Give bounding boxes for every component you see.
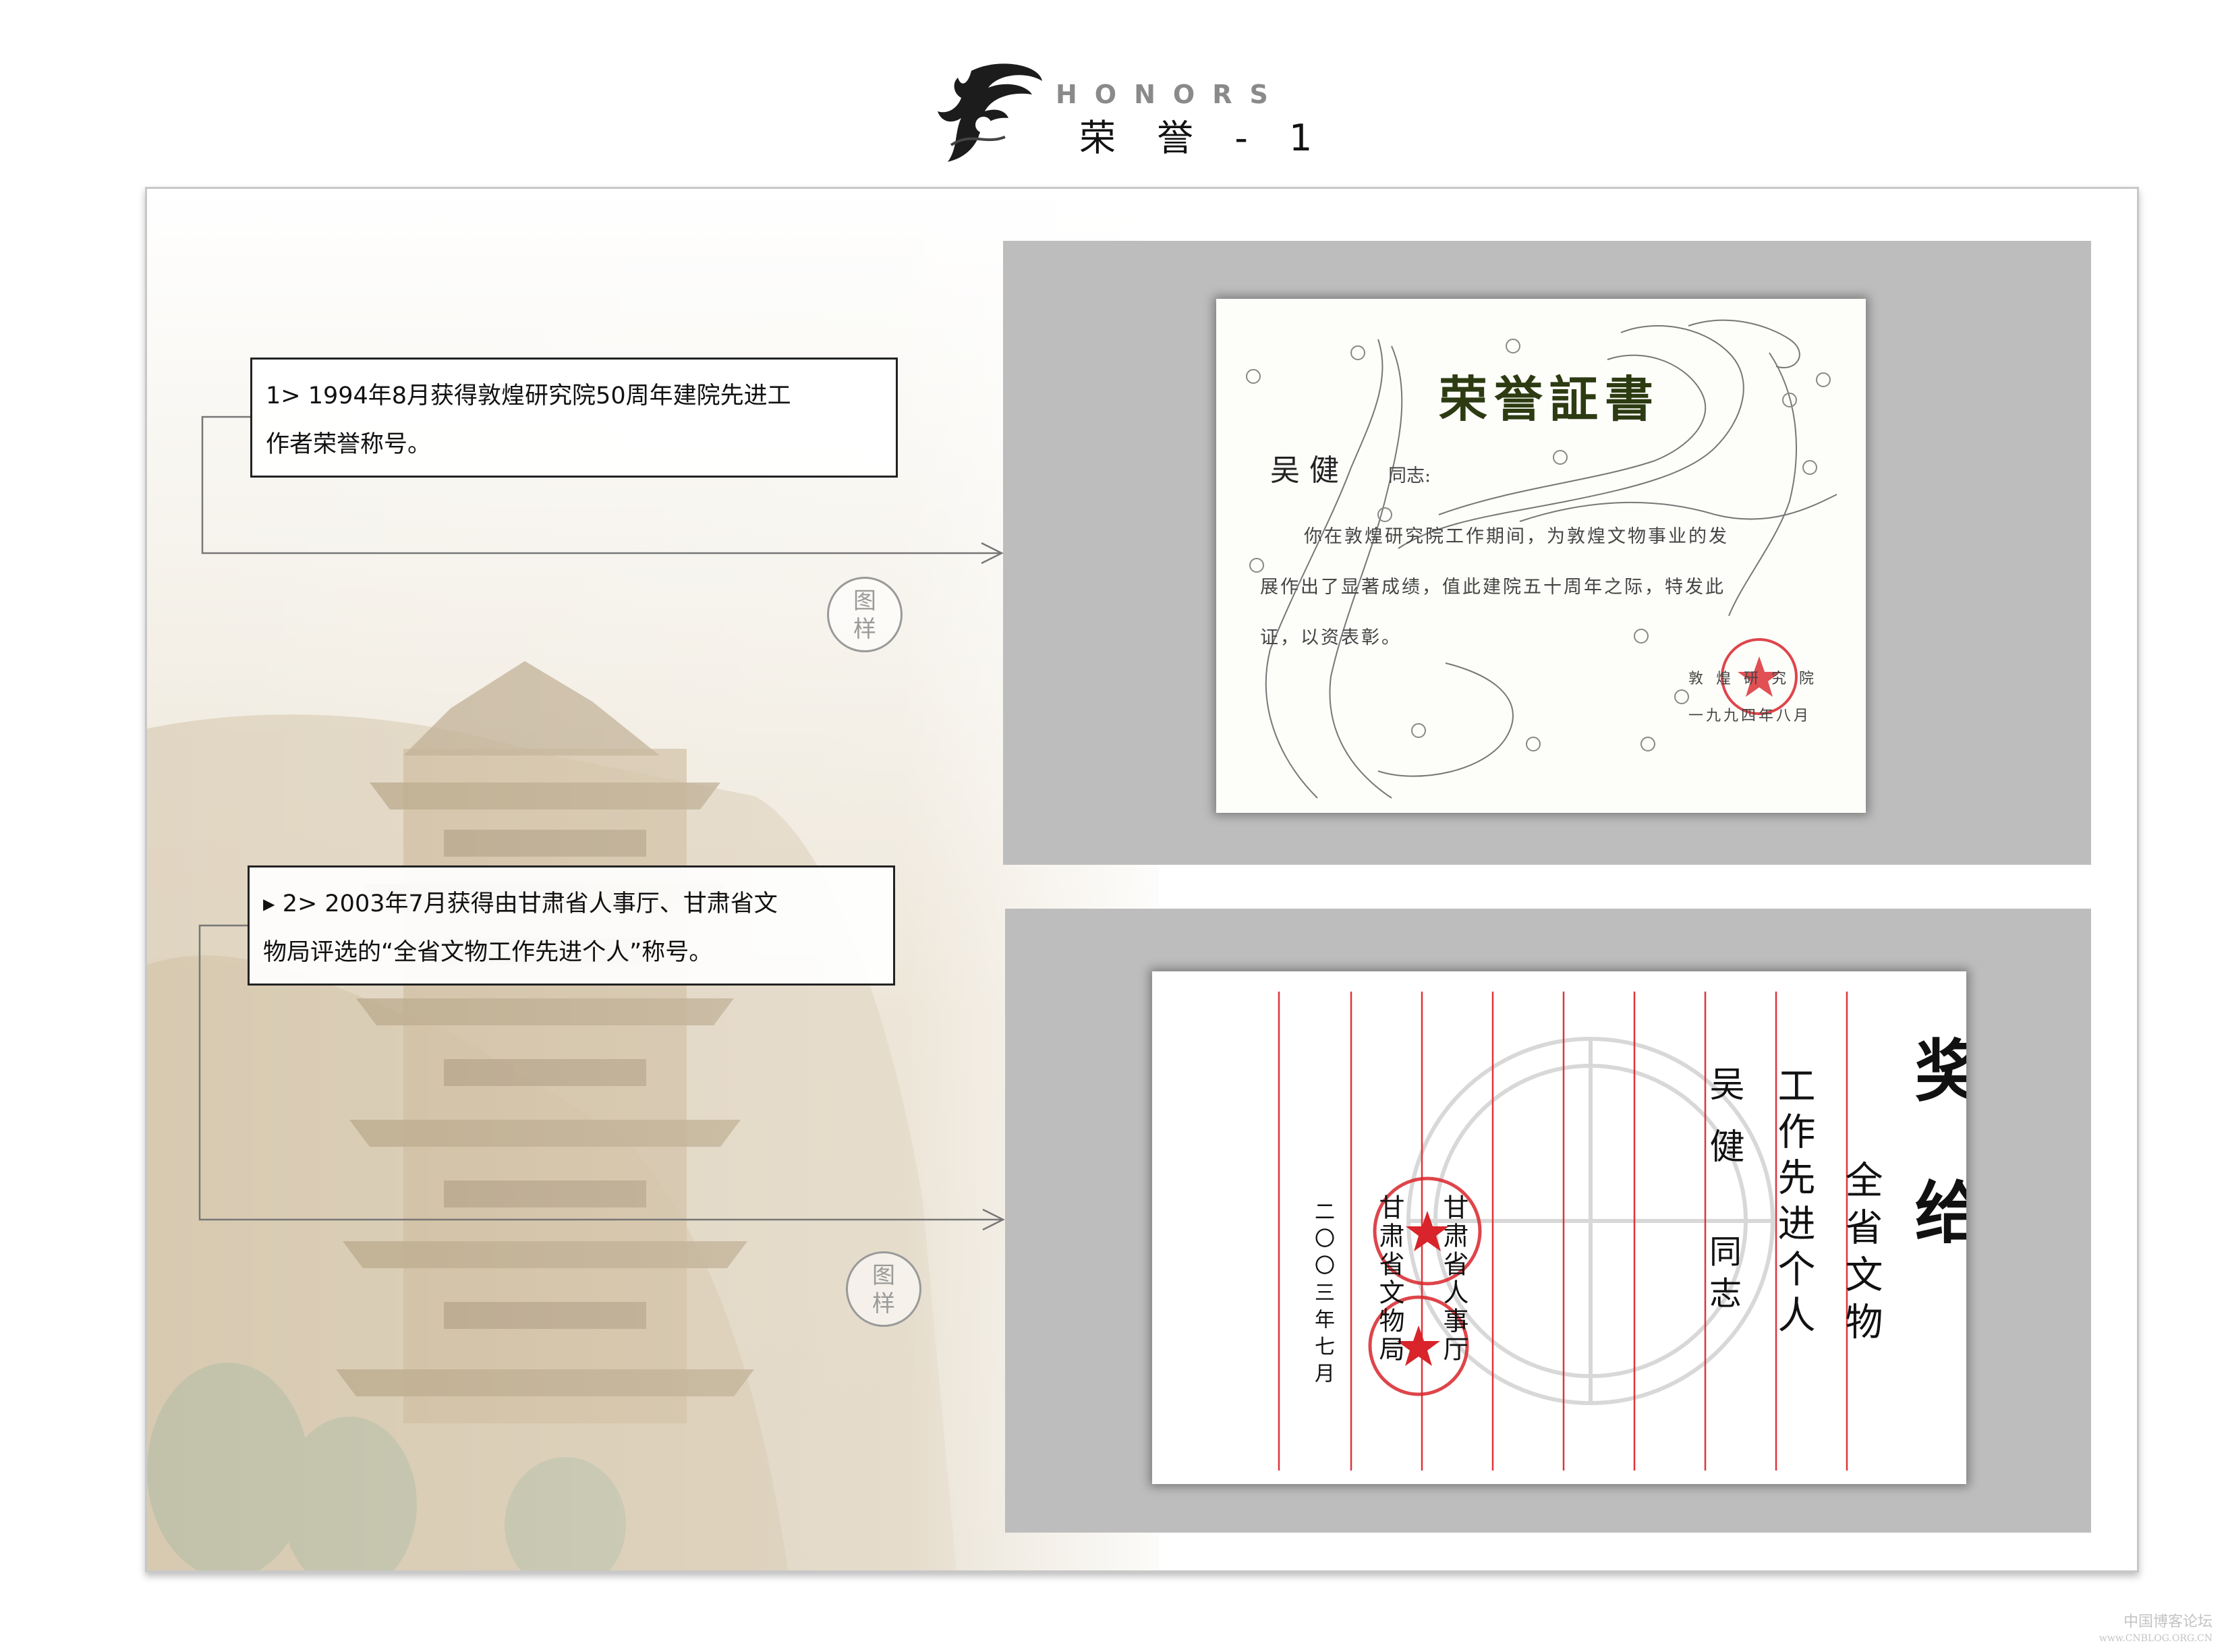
caption-1-line2: 作者荣誉称号。 bbox=[266, 431, 432, 458]
sample-stamp-1-text1: 图 bbox=[853, 588, 876, 615]
connector-arrows bbox=[198, 416, 1005, 1231]
site-watermark: 中国博客论坛 www.CNBLOG.ORG.CN bbox=[2099, 1614, 2213, 1647]
caption-1-line1: 1> 1994年8月获得敦煌研究院50周年建院先进工 bbox=[266, 382, 791, 409]
watermark-line2: www.CNBLOG.ORG.CN bbox=[2099, 1633, 2213, 1644]
sample-stamp-2: 图 样 bbox=[846, 1251, 921, 1327]
sample-stamp-2-text1: 图 bbox=[872, 1262, 895, 1289]
sample-stamp-1: 图 样 bbox=[827, 577, 903, 652]
caption-2-line2: 物局评选的“全省文物工作先进个人”称号。 bbox=[263, 939, 713, 966]
sample-stamp-1-text2: 样 bbox=[853, 616, 876, 643]
caption-2-line1: ▸ 2> 2003年7月获得由甘肃省人事厅、甘肃省文 bbox=[263, 890, 778, 917]
caption-box-2003: ▸ 2> 2003年7月获得由甘肃省人事厅、甘肃省文 物局评选的“全省文物工作先… bbox=[248, 865, 895, 986]
caption-box-1994: 1> 1994年8月获得敦煌研究院50周年建院先进工 作者荣誉称号。 bbox=[250, 358, 898, 478]
watermark-line1: 中国博客论坛 bbox=[2123, 1614, 2213, 1630]
sample-stamp-2-text2: 样 bbox=[872, 1290, 895, 1317]
